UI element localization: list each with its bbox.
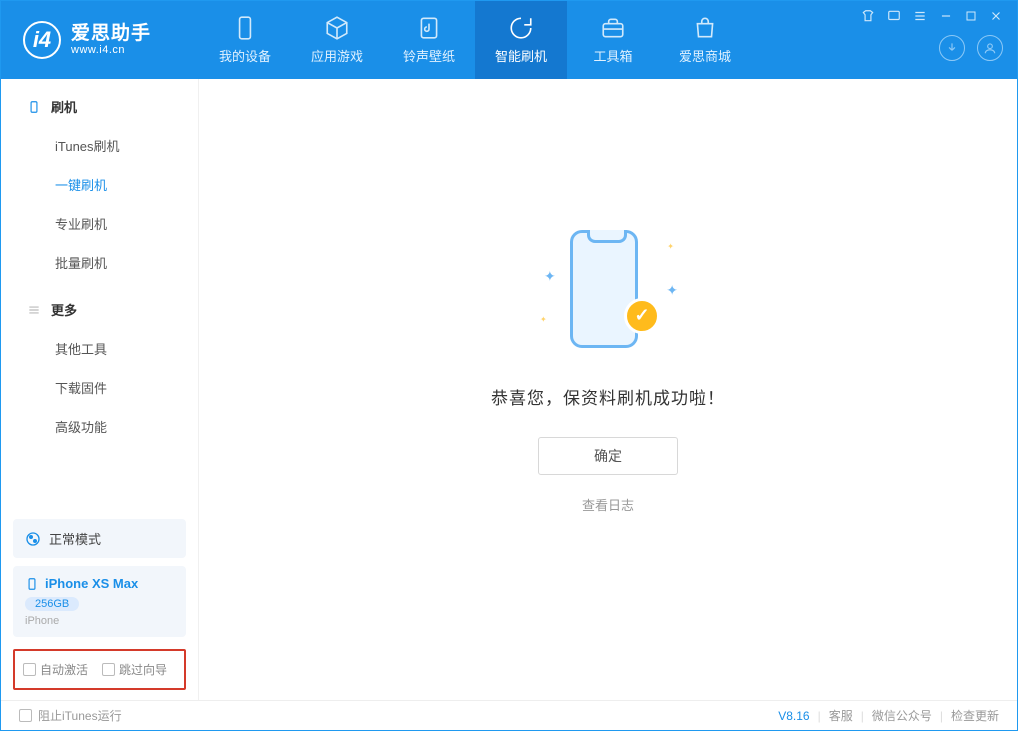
nav-label: 应用游戏 (311, 46, 363, 65)
device-small-icon (25, 577, 39, 591)
menu-icon[interactable] (913, 9, 927, 23)
sidebar-item-itunes-flash[interactable]: iTunes刷机 (1, 126, 198, 165)
device-name-row: iPhone XS Max (25, 576, 174, 591)
top-nav: 我的设备 应用游戏 铃声壁纸 智能刷机 工具箱 爱思商城 (199, 1, 751, 79)
refresh-shield-icon (508, 15, 534, 41)
window-controls (861, 9, 1003, 23)
sparkle-icon: ✦ (544, 268, 556, 285)
sidebar-item-advanced[interactable]: 高级功能 (1, 407, 198, 446)
status-bar: 阻止iTunes运行 V8.16 | 客服 | 微信公众号 | 检查更新 (1, 700, 1017, 730)
nav-smart-flash[interactable]: 智能刷机 (475, 1, 567, 79)
nav-ringtone-wallpaper[interactable]: 铃声壁纸 (383, 1, 475, 79)
toolbox-icon (600, 15, 626, 41)
sidebar-item-other-tools[interactable]: 其他工具 (1, 329, 198, 368)
block-itunes-label: 阻止iTunes运行 (38, 707, 122, 724)
sidebar-section-label: 更多 (51, 300, 77, 319)
close-button[interactable] (989, 9, 1003, 23)
sidebar-section-flash: 刷机 (1, 79, 198, 126)
nav-label: 爱思商城 (679, 46, 731, 65)
status-mode-label: 正常模式 (49, 529, 101, 548)
maximize-button[interactable] (965, 9, 977, 23)
option-label: 跳过向导 (119, 661, 167, 678)
nav-my-device[interactable]: 我的设备 (199, 1, 291, 79)
option-label: 自动激活 (40, 661, 88, 678)
logo-text: 爱思助手 www.i4.cn (71, 24, 151, 57)
option-auto-activate[interactable]: 自动激活 (23, 661, 88, 678)
version-label: V8.16 (778, 709, 809, 723)
device-capacity-badge: 256GB (25, 597, 79, 611)
checkbox-icon (19, 709, 32, 722)
success-illustration: ✦ ✦ ✦ ✦ ✓ (538, 226, 678, 356)
body: 刷机 iTunes刷机 一键刷机 专业刷机 批量刷机 更多 其他工具 下载固件 … (1, 79, 1017, 700)
device-info-box[interactable]: iPhone XS Max 256GB iPhone (13, 566, 186, 637)
sparkle-icon: ✦ (540, 315, 547, 324)
flash-options-highlighted: 自动激活 跳过向导 (13, 649, 186, 690)
app-header: i4 爱思助手 www.i4.cn 我的设备 应用游戏 铃声壁纸 智能刷机 工具… (1, 1, 1017, 79)
sidebar-section-more: 更多 (1, 282, 198, 329)
sparkle-icon: ✦ (667, 242, 674, 251)
phone-outline-icon (570, 230, 638, 348)
sidebar: 刷机 iTunes刷机 一键刷机 专业刷机 批量刷机 更多 其他工具 下载固件 … (1, 79, 199, 700)
app-name-cn: 爱思助手 (71, 24, 151, 45)
wechat-link[interactable]: 微信公众号 (872, 707, 932, 724)
device-icon (232, 15, 258, 41)
sidebar-item-pro-flash[interactable]: 专业刷机 (1, 204, 198, 243)
nav-apps-games[interactable]: 应用游戏 (291, 1, 383, 79)
block-itunes-checkbox[interactable]: 阻止iTunes运行 (19, 707, 122, 724)
user-account-button[interactable] (977, 35, 1003, 61)
nav-label: 铃声壁纸 (403, 46, 455, 65)
view-log-link[interactable]: 查看日志 (582, 495, 634, 514)
music-file-icon (416, 15, 442, 41)
bag-icon (692, 15, 718, 41)
app-logo: i4 爱思助手 www.i4.cn (1, 21, 199, 59)
checkbox-icon (102, 663, 115, 676)
device-name: iPhone XS Max (45, 576, 138, 591)
logo-icon: i4 (23, 21, 61, 59)
app-name-en: www.i4.cn (71, 44, 151, 56)
sidebar-section-label: 刷机 (51, 97, 77, 116)
header-right (861, 1, 1003, 79)
nav-label: 工具箱 (593, 46, 632, 65)
device-mode-status[interactable]: 正常模式 (13, 519, 186, 558)
sparkle-icon: ✦ (666, 282, 678, 299)
status-icon (25, 531, 41, 547)
support-link[interactable]: 客服 (829, 707, 853, 724)
check-update-link[interactable]: 检查更新 (951, 707, 999, 724)
confirm-button[interactable]: 确定 (538, 437, 678, 475)
minimize-button[interactable] (939, 9, 953, 23)
user-controls (939, 35, 1003, 69)
main-content: ✦ ✦ ✦ ✦ ✓ 恭喜您，保资料刷机成功啦！ 确定 查看日志 (199, 79, 1017, 700)
footer-right: V8.16 | 客服 | 微信公众号 | 检查更新 (778, 707, 999, 724)
list-icon (27, 303, 41, 317)
device-type: iPhone (25, 615, 174, 627)
sidebar-item-batch-flash[interactable]: 批量刷机 (1, 243, 198, 282)
nav-label: 我的设备 (219, 46, 271, 65)
success-message: 恭喜您，保资料刷机成功啦！ (491, 384, 725, 409)
feedback-icon[interactable] (887, 9, 901, 23)
sidebar-item-download-firmware[interactable]: 下载固件 (1, 368, 198, 407)
sidebar-item-onekey-flash[interactable]: 一键刷机 (1, 165, 198, 204)
footer-left: 阻止iTunes运行 (19, 707, 778, 724)
option-skip-guide[interactable]: 跳过向导 (102, 661, 167, 678)
download-button[interactable] (939, 35, 965, 61)
cube-icon (324, 15, 350, 41)
nav-store[interactable]: 爱思商城 (659, 1, 751, 79)
tshirt-icon[interactable] (861, 9, 875, 23)
nav-toolbox[interactable]: 工具箱 (567, 1, 659, 79)
check-badge-icon: ✓ (624, 298, 660, 334)
checkbox-icon (23, 663, 36, 676)
phone-icon (27, 100, 41, 114)
nav-label: 智能刷机 (495, 46, 547, 65)
